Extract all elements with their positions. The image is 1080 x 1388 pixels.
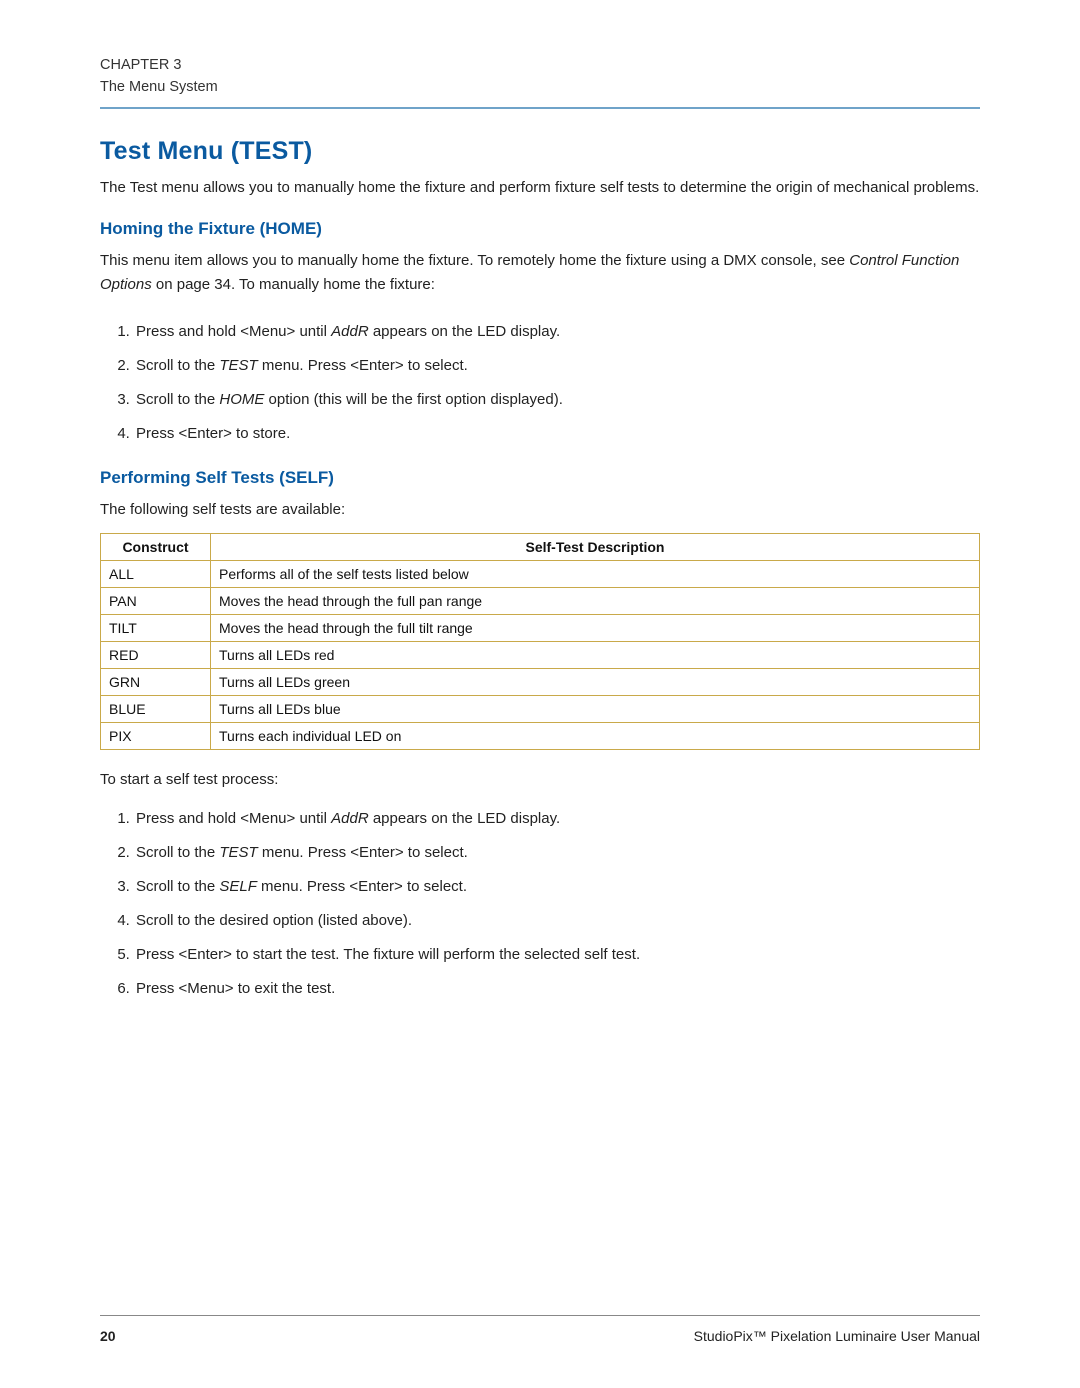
header-rule (100, 107, 980, 109)
self-step: Scroll to the SELF menu. Press <Enter> t… (134, 871, 980, 905)
table-header-row: Construct Self-Test Description (101, 533, 980, 560)
document-name: StudioPix™ Pixelation Luminaire User Man… (694, 1328, 980, 1344)
self-step: Press <Enter> to start the test. The fix… (134, 939, 980, 973)
homing-para-pre: This menu item allows you to manually ho… (100, 252, 849, 269)
table-row: REDTurns all LEDs red (101, 641, 980, 668)
self-step: Press <Menu> to exit the test. (134, 973, 980, 1007)
heading-test-menu: Test Menu (TEST) (100, 137, 980, 166)
section-label: The Menu System (100, 76, 980, 98)
self-steps: Press and hold <Menu> until AddR appears… (134, 803, 980, 1007)
table-row: GRNTurns all LEDs green (101, 668, 980, 695)
self-step: Press and hold <Menu> until AddR appears… (134, 803, 980, 837)
homing-step: Press and hold <Menu> until AddR appears… (134, 316, 980, 350)
homing-steps: Press and hold <Menu> until AddR appears… (134, 316, 980, 452)
self-step: Scroll to the desired option (listed abo… (134, 905, 980, 939)
table-header-construct: Construct (101, 533, 211, 560)
chapter-label: CHAPTER 3 (100, 54, 980, 76)
table-row: PIXTurns each individual LED on (101, 722, 980, 749)
table-row: TILTMoves the head through the full tilt… (101, 614, 980, 641)
homing-step: Press <Enter> to store. (134, 418, 980, 452)
footer-rule (100, 1315, 980, 1316)
homing-step: Scroll to the HOME option (this will be … (134, 384, 980, 418)
homing-step: Scroll to the TEST menu. Press <Enter> t… (134, 350, 980, 384)
table-row: ALLPerforms all of the self tests listed… (101, 560, 980, 587)
table-header-description: Self-Test Description (211, 533, 980, 560)
self-lead2: To start a self test process: (100, 768, 980, 793)
page-number: 20 (100, 1328, 116, 1344)
self-test-table: Construct Self-Test Description ALLPerfo… (100, 533, 980, 750)
table-row: PANMoves the head through the full pan r… (101, 587, 980, 614)
self-step: Scroll to the TEST menu. Press <Enter> t… (134, 837, 980, 871)
page-footer: 20 StudioPix™ Pixelation Luminaire User … (100, 1328, 980, 1344)
heading-homing: Homing the Fixture (HOME) (100, 219, 980, 239)
page-header: CHAPTER 3 The Menu System (100, 54, 980, 99)
heading-self-tests: Performing Self Tests (SELF) (100, 468, 980, 488)
homing-paragraph: This menu item allows you to manually ho… (100, 249, 980, 299)
homing-para-post: on page 34. To manually home the fixture… (152, 276, 435, 293)
intro-paragraph: The Test menu allows you to manually hom… (100, 176, 980, 201)
table-row: BLUETurns all LEDs blue (101, 695, 980, 722)
self-lead: The following self tests are available: (100, 498, 980, 523)
